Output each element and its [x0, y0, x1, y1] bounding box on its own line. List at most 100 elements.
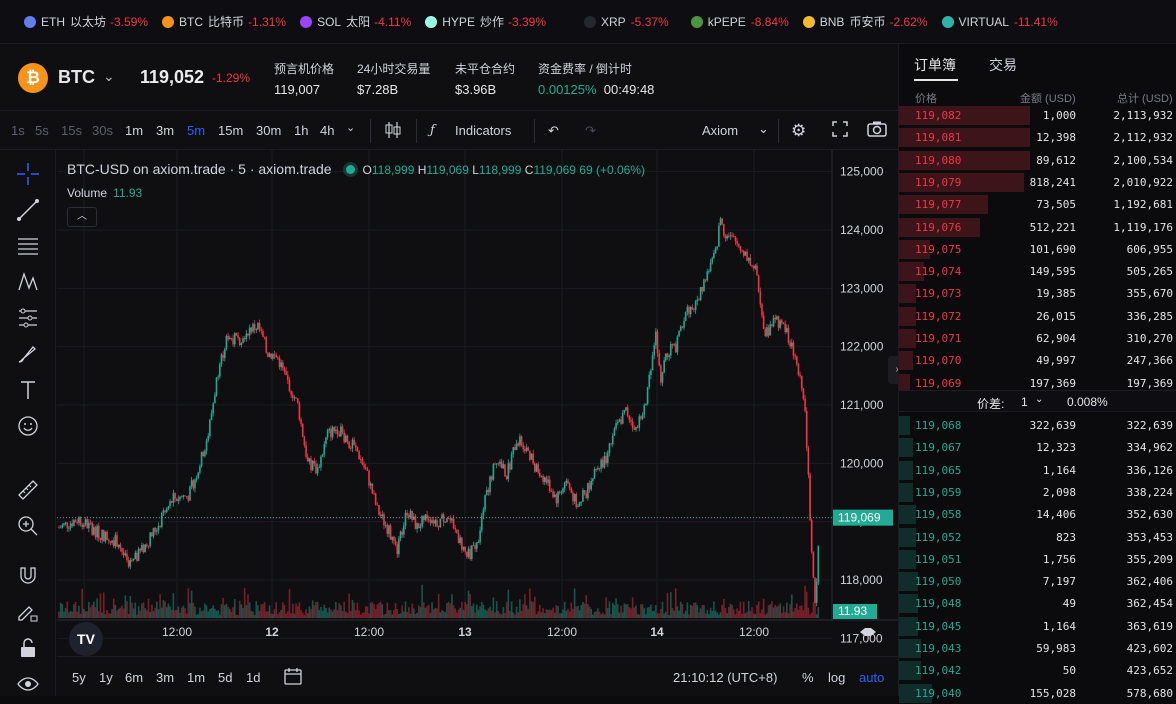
symbol-name[interactable]: BTC — [58, 67, 95, 88]
ticker-item[interactable]: HYPE 炒作 -3.39% — [425, 13, 546, 30]
tf-1m[interactable]: 1m — [125, 123, 143, 138]
volume-bar — [794, 608, 796, 618]
ticker-item[interactable]: ETH 以太坊 -3.59% — [24, 13, 148, 30]
ask-row[interactable]: 119,071 62,904 310,270 — [899, 327, 1176, 349]
candle-body — [489, 476, 491, 493]
fullscreen-icon[interactable] — [831, 120, 849, 141]
range-1d[interactable]: 1d — [246, 670, 260, 685]
magnet-icon[interactable] — [16, 564, 40, 588]
range-3m[interactable]: 3m — [156, 670, 174, 685]
indicators-button[interactable]: Indicators — [455, 123, 511, 138]
tf-15s[interactable]: 15s — [61, 123, 82, 138]
ask-row[interactable]: 119,074 149,595 505,265 — [899, 260, 1176, 282]
pattern-icon[interactable] — [16, 270, 40, 294]
candle-body — [78, 517, 80, 523]
chart-legend: BTC-USD on axiom.trade · 5 · axiom.trade… — [67, 161, 645, 177]
tf-1h[interactable]: 1h — [294, 123, 308, 138]
tf-1s[interactable]: 1s — [11, 123, 25, 138]
emoji-icon[interactable] — [16, 414, 40, 438]
gear-icon[interactable]: ⚙ — [791, 121, 806, 141]
bid-row[interactable]: 119,045 1,164 363,619 — [899, 615, 1176, 637]
bid-row[interactable]: 119,067 12,323 334,962 — [899, 436, 1176, 458]
log-toggle[interactable]: log — [828, 670, 845, 685]
bid-row[interactable]: 119,068 322,639 322,639 — [899, 414, 1176, 436]
candle-style-icon[interactable] — [384, 120, 402, 143]
eye-icon[interactable] — [16, 672, 40, 696]
source-select[interactable]: Axiom — [702, 123, 738, 138]
ticker-item[interactable]: kPEPE -8.84% — [690, 15, 789, 29]
bid-row[interactable]: 119,043 59,983 423,602 — [899, 637, 1176, 659]
tab-trades[interactable]: 交易 — [989, 55, 1017, 75]
ticker-item[interactable]: VIRTUAL -11.41% — [941, 15, 1058, 29]
percent-toggle[interactable]: % — [802, 670, 814, 685]
date-range-icon[interactable] — [284, 667, 302, 688]
bid-row[interactable]: 119,050 7,197 362,406 — [899, 570, 1176, 592]
order-total: 1,119,176 — [1113, 220, 1173, 234]
volume-bar — [366, 606, 369, 618]
ask-row[interactable]: 119,073 19,385 355,670 — [899, 282, 1176, 304]
trendline-icon[interactable] — [16, 198, 40, 222]
spread-step-select[interactable]: 1 — [1021, 395, 1028, 409]
bid-row[interactable]: 119,042 50 423,652 — [899, 659, 1176, 681]
ticker-item[interactable]: BNB 币安币 -2.62% — [802, 13, 928, 30]
ask-row[interactable]: 119,081 12,398 2,112,932 — [899, 126, 1176, 148]
ask-row[interactable]: 119,070 49,997 247,366 — [899, 349, 1176, 371]
tf-30s[interactable]: 30s — [92, 123, 113, 138]
collapse-legend-button[interactable]: ︿ — [67, 207, 97, 227]
tf-4h[interactable]: 4h — [320, 123, 334, 138]
brush-icon[interactable] — [16, 342, 40, 366]
price-chart[interactable]: 125,000 124,000 123,000 122,000 121,000 120,0… — [57, 150, 898, 696]
range-1y[interactable]: 1y — [99, 670, 113, 685]
ticker-item[interactable]: XRP -5.37% — [584, 15, 669, 29]
bid-row[interactable]: 119,048 49 362,454 — [899, 592, 1176, 614]
range-5d[interactable]: 5d — [218, 670, 232, 685]
tf-5m[interactable]: 5m — [187, 123, 205, 138]
undo-icon[interactable]: ↶ — [548, 123, 559, 139]
chevron-down-icon[interactable]: ⌄ — [103, 68, 115, 85]
tf-3m[interactable]: 3m — [156, 123, 174, 138]
auto-toggle[interactable]: auto — [859, 670, 884, 685]
bid-row[interactable]: 119,058 14,406 352,630 — [899, 503, 1176, 525]
candle-body — [578, 502, 581, 507]
ask-row[interactable]: 119,082 1,000 2,113,932 — [899, 104, 1176, 126]
indicators-icon[interactable]: ƒ — [430, 123, 435, 138]
tf-dropdown-icon[interactable]: ⌄ — [346, 121, 355, 134]
bid-row[interactable]: 119,059 2,098 338,224 — [899, 481, 1176, 503]
crosshair-icon[interactable] — [16, 162, 40, 186]
text-tool-icon[interactable] — [16, 378, 40, 402]
ask-row[interactable]: 119,072 26,015 336,285 — [899, 305, 1176, 327]
ask-row[interactable]: 119,079 818,241 2,010,922 — [899, 171, 1176, 193]
bid-row[interactable]: 119,065 1,164 336,126 — [899, 459, 1176, 481]
ask-row[interactable]: 119,080 89,612 2,100,534 — [899, 149, 1176, 171]
bid-row[interactable]: 119,051 1,756 355,209 — [899, 548, 1176, 570]
fib-icon[interactable] — [16, 306, 40, 330]
camera-icon[interactable] — [867, 120, 887, 141]
tf-5s[interactable]: 5s — [35, 123, 49, 138]
bid-row[interactable]: 119,052 823 353,453 — [899, 526, 1176, 548]
range-1m[interactable]: 1m — [187, 670, 205, 685]
bid-row[interactable]: 119,040 155,028 578,680 — [899, 682, 1176, 704]
ask-row[interactable]: 119,076 512,221 1,119,176 — [899, 216, 1176, 238]
ruler-icon[interactable] — [16, 478, 40, 502]
pencil-lock-icon[interactable] — [16, 600, 40, 624]
tab-orderbook[interactable]: 订单簿 — [914, 55, 956, 75]
chevron-down-icon[interactable]: ⌄ — [758, 121, 769, 137]
ticker-item[interactable]: SOL 太阳 -4.11% — [300, 13, 411, 30]
clock[interactable]: 21:10:12 (UTC+8) — [673, 670, 777, 685]
tf-15m[interactable]: 15m — [218, 123, 243, 138]
tf-30m[interactable]: 30m — [256, 123, 281, 138]
lock-icon[interactable] — [16, 636, 40, 660]
candlestick-chart[interactable]: 125,000 124,000 123,000 122,000 121,000 120,0… — [57, 150, 898, 656]
ask-row[interactable]: 119,075 101,690 606,955 — [899, 238, 1176, 260]
ticker-item[interactable]: BTC 比特币 -1.31% — [162, 13, 286, 30]
volume-bar — [568, 611, 571, 618]
order-price: 119,070 — [915, 354, 962, 368]
zoom-in-icon[interactable] — [16, 514, 40, 538]
tradingview-logo-icon[interactable]: TV — [69, 622, 103, 656]
range-6m[interactable]: 6m — [125, 670, 143, 685]
redo-icon[interactable]: ↷ — [585, 123, 596, 139]
chevron-down-icon[interactable]: ⌄ — [1035, 394, 1043, 405]
range-5y[interactable]: 5y — [72, 670, 86, 685]
ask-row[interactable]: 119,077 73,505 1,192,681 — [899, 193, 1176, 215]
horizontal-lines-icon[interactable] — [16, 234, 40, 258]
